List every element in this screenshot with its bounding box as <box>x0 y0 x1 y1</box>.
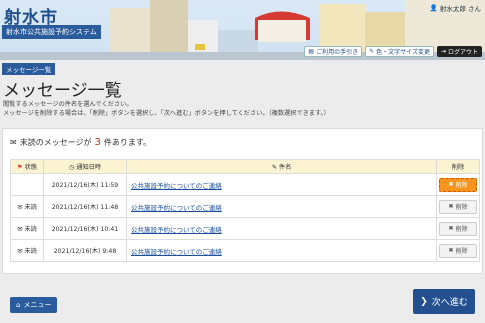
delete-label: 削除 <box>455 248 468 255</box>
delete-cell: ✖ 削除 <box>436 173 480 196</box>
menu-button[interactable]: ⌂ メニュー <box>10 297 58 313</box>
delete-button[interactable]: ✖ 削除 <box>439 243 477 258</box>
unread-suffix: 件あります。 <box>103 138 152 147</box>
header-status-label: 状態 <box>24 164 37 171</box>
delete-label: 削除 <box>455 226 468 233</box>
user-name: 射水太郎 さん <box>439 5 481 13</box>
instruction-line: 閲覧するメッセージの件名を選んでください。 <box>3 101 133 108</box>
subject-cell: 公共施設予約についてのご連絡 <box>126 173 437 196</box>
date-cell: 2021/12/16(木) 10:41 <box>43 217 127 240</box>
chevron-right-icon: ❯ <box>420 296 428 307</box>
unread-prefix: 未読のメッセージが <box>19 138 92 147</box>
status-cell: ✉ 未読 <box>10 195 44 218</box>
delete-label: 削除 <box>455 204 468 211</box>
subject-link[interactable]: 公共施設予約についてのご連絡 <box>131 182 222 190</box>
date-cell: 2021/12/16(木) 11:59 <box>43 173 127 196</box>
logout-label: ログアウト <box>447 49 478 56</box>
close-icon: ✖ <box>448 203 454 210</box>
header-date: ◷ 通知日時 <box>43 159 127 174</box>
date-cell: 2021/12/16(木) 11:48 <box>43 195 127 218</box>
status-cell: ✉ 未読 <box>10 217 44 240</box>
header-subject: ✎ 件名 <box>126 159 437 174</box>
user-area: 👤 射水太郎 さん <box>430 3 481 13</box>
pen-icon: ✎ <box>369 48 375 55</box>
pencil-icon: ✎ <box>271 164 277 171</box>
close-icon: ✖ <box>448 181 454 188</box>
subject-cell: 公共施設予約についてのご連絡 <box>126 195 437 218</box>
delete-cell: ✖ 削除 <box>436 239 480 262</box>
page-title: メッセージ一覧 <box>3 81 122 101</box>
style-change-link[interactable]: ✎ 色・文字サイズ変更 <box>365 46 434 57</box>
logout-button[interactable]: ⇥ ログアウト <box>436 46 482 57</box>
subject-cell: 公共施設予約についてのご連絡 <box>126 239 437 262</box>
close-icon: ✖ <box>448 247 454 254</box>
delete-button[interactable]: ✖ 削除 <box>439 177 477 192</box>
table-row: 2021/12/16(木) 11:59 公共施設予約についてのご連絡 ✖ 削除 <box>10 173 480 196</box>
subject-link[interactable]: 公共施設予約についてのご連絡 <box>131 204 222 212</box>
subject-link[interactable]: 公共施設予約についてのご連絡 <box>131 226 222 234</box>
guide-link-label: ご利用の手引き <box>316 49 359 56</box>
next-label: 次へ進む <box>431 298 468 308</box>
header-status: ⚑ 状態 <box>10 159 44 174</box>
table-row: ✉ 未読 2021/12/16(木) 11:48 公共施設予約についてのご連絡 … <box>10 195 480 218</box>
home-icon: ⌂ <box>16 301 21 309</box>
close-icon: ✖ <box>448 225 454 232</box>
status-label: 未読 <box>24 204 37 211</box>
header-links: ▤ ご利用の手引き ✎ 色・文字サイズ変更 ⇥ ログアウト <box>304 46 482 57</box>
header-subject-label: 件名 <box>278 164 292 171</box>
status-cell: ✉ 未読 <box>10 239 44 262</box>
subject-link[interactable]: 公共施設予約についてのご連絡 <box>131 248 222 256</box>
header: 射水市 射水市公共施設予約システム 👤 射水太郎 さん ▤ ご利用の手引き ✎ … <box>0 0 485 60</box>
breadcrumb: メッセージ一覧 <box>2 63 56 75</box>
delete-button[interactable]: ✖ 削除 <box>439 221 477 236</box>
message-panel: ✉ 未読のメッセージが 3 件あります。 ⚑ 状態 ◷ 通知日時 ✎ 件名 削除 <box>2 128 483 274</box>
clock-icon: ◷ <box>68 164 75 171</box>
user-icon: 👤 <box>429 4 438 12</box>
mail-icon: ✉ <box>17 226 23 233</box>
menu-label: メニュー <box>23 301 52 309</box>
date-cell: 2021/12/16(木) 9:48 <box>43 239 127 262</box>
system-name: 射水市公共施設予約システム <box>2 25 101 39</box>
flag-icon: ⚑ <box>17 164 23 171</box>
table-row: ✉ 未読 2021/12/16(木) 10:41 公共施設予約についてのご連絡 … <box>10 217 480 240</box>
guide-link[interactable]: ▤ ご利用の手引き <box>304 46 363 57</box>
mail-icon: ✉ <box>10 138 17 147</box>
table-row: ✉ 未読 2021/12/16(木) 9:48 公共施設予約についてのご連絡 ✖… <box>10 239 480 262</box>
unread-count: 3 <box>94 137 101 148</box>
message-table: ⚑ 状態 ◷ 通知日時 ✎ 件名 削除 2021/12/16(木) 11:59 … <box>10 159 480 262</box>
logout-icon: ⇥ <box>440 48 446 55</box>
header-date-label: 通知日時 <box>76 164 102 171</box>
status-label: 未読 <box>24 226 37 233</box>
header-delete: 削除 <box>436 159 480 174</box>
delete-cell: ✖ 削除 <box>436 195 480 218</box>
book-icon: ▤ <box>308 48 315 55</box>
next-button[interactable]: ❯ 次へ進む <box>413 289 475 314</box>
status-cell <box>10 173 44 196</box>
mail-icon: ✉ <box>17 204 23 211</box>
subject-cell: 公共施設予約についてのご連絡 <box>126 217 437 240</box>
instructions: 閲覧するメッセージの件名を選んでください。 メッセージを削除する場合は、「削除」… <box>3 100 330 118</box>
delete-label: 削除 <box>455 182 468 189</box>
instruction-line: メッセージを削除する場合は、「削除」ボタンを選択し、「次へ進む」ボタンを押してく… <box>3 110 330 117</box>
table-header-row: ⚑ 状態 ◷ 通知日時 ✎ 件名 削除 <box>10 159 480 174</box>
delete-button[interactable]: ✖ 削除 <box>439 199 477 214</box>
delete-cell: ✖ 削除 <box>436 217 480 240</box>
status-label: 未読 <box>24 248 37 255</box>
style-change-label: 色・文字サイズ変更 <box>376 49 430 56</box>
mail-icon: ✉ <box>17 248 23 255</box>
unread-summary: ✉ 未読のメッセージが 3 件あります。 <box>10 137 151 148</box>
